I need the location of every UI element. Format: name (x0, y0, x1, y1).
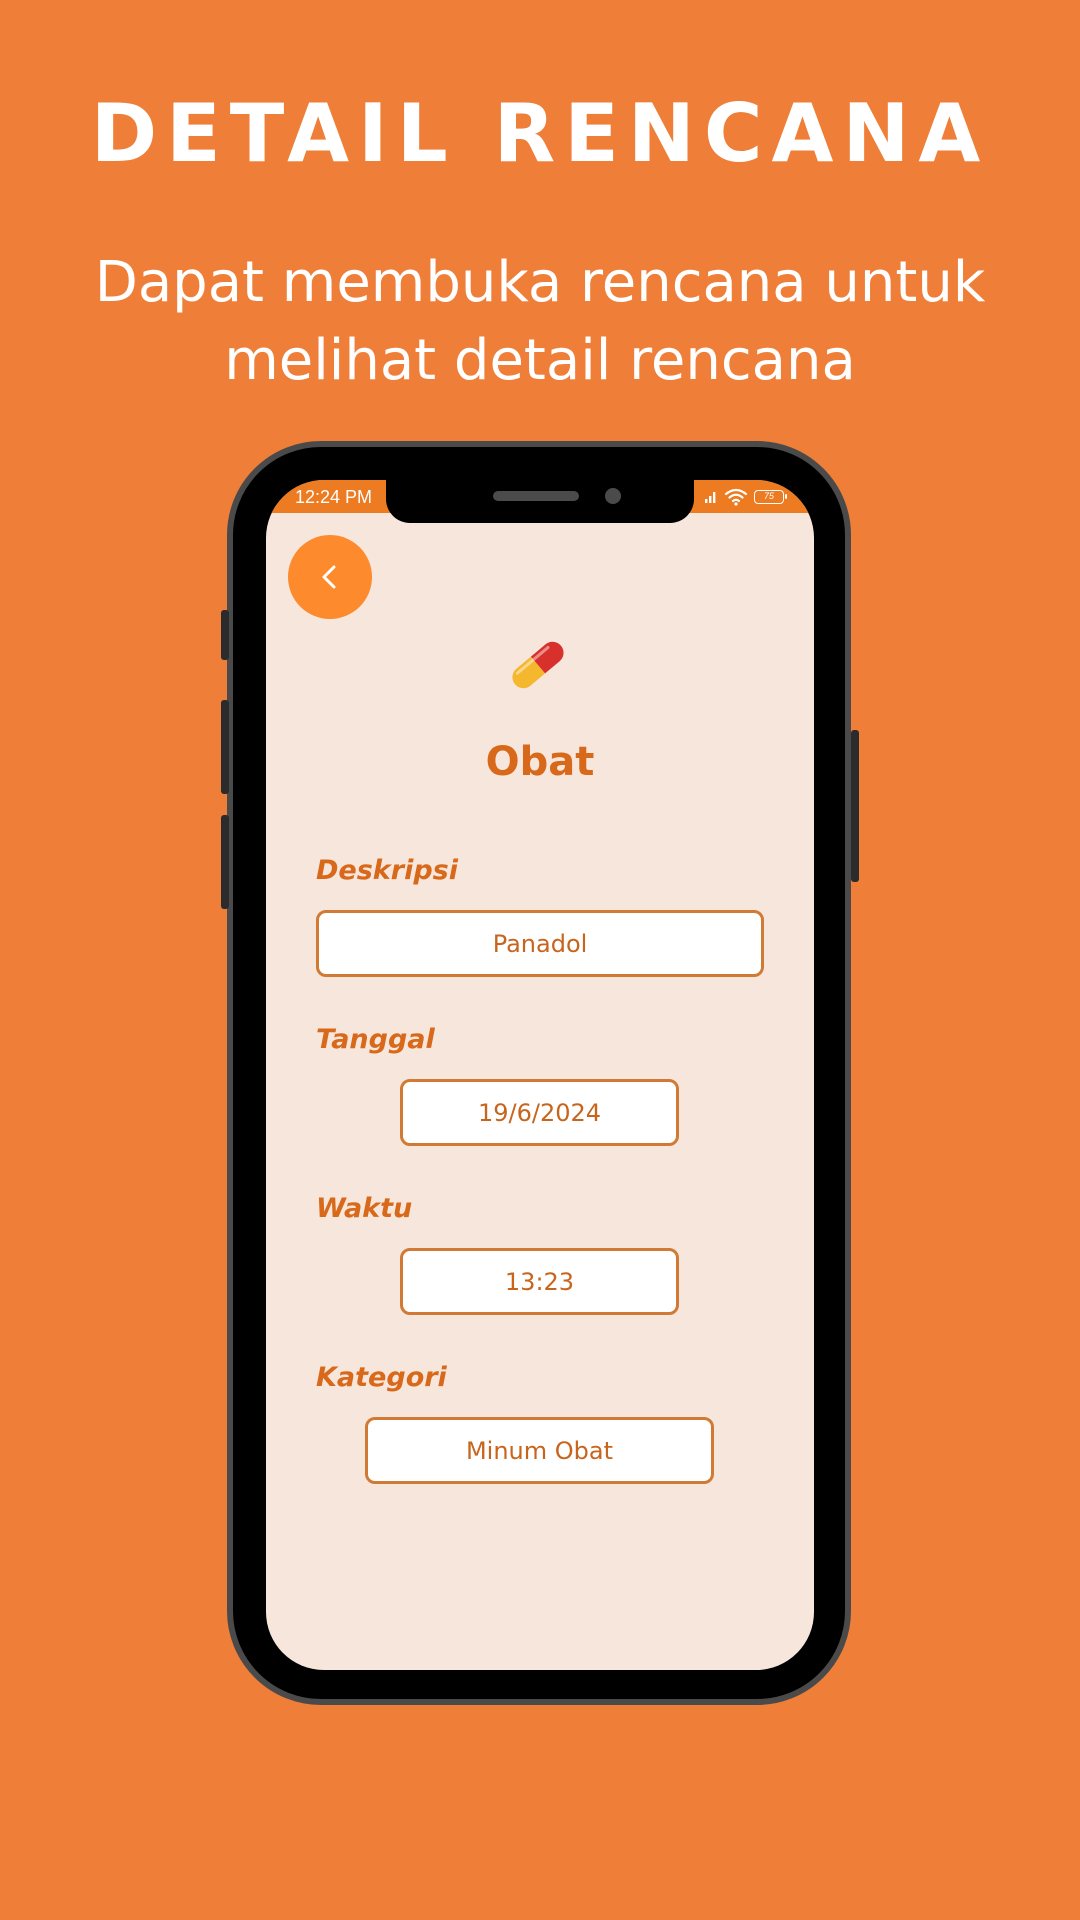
phone-side-button-mute (221, 610, 229, 660)
status-icons: 75 (704, 486, 787, 508)
signal-icon (705, 492, 716, 503)
speaker-grille (493, 491, 579, 501)
phone-notch (386, 480, 694, 523)
phone-side-button-volume-up (221, 700, 229, 794)
date-label: Tanggal (316, 1024, 435, 1055)
front-camera (605, 488, 621, 504)
pill-icon (512, 641, 564, 689)
promo-subtitle: Dapat membuka rencana untuk melihat deta… (94, 250, 986, 393)
promo-title: DETAIL RENCANA (90, 87, 990, 180)
phone-side-button-power (851, 730, 859, 882)
time-label: Waktu (316, 1193, 413, 1224)
phone-side-button-volume-down (221, 815, 229, 909)
battery-icon: 75 (754, 490, 787, 504)
description-field: Panadol (316, 910, 764, 977)
time-field: 13:23 (400, 1248, 679, 1315)
wifi-icon (724, 488, 748, 506)
status-time: 12:24 PM (295, 487, 373, 507)
category-label: Kategori (316, 1362, 447, 1393)
plan-title: Obat (485, 739, 595, 785)
back-button[interactable] (288, 535, 372, 619)
date-field: 19/6/2024 (400, 1079, 679, 1146)
app-screen: 12:24 PM 75 Obat Deskripsi Panadol Tangg… (266, 480, 814, 1670)
chevron-left-icon (322, 565, 336, 589)
category-field: Minum Obat (365, 1417, 714, 1484)
description-label: Deskripsi (316, 855, 458, 886)
